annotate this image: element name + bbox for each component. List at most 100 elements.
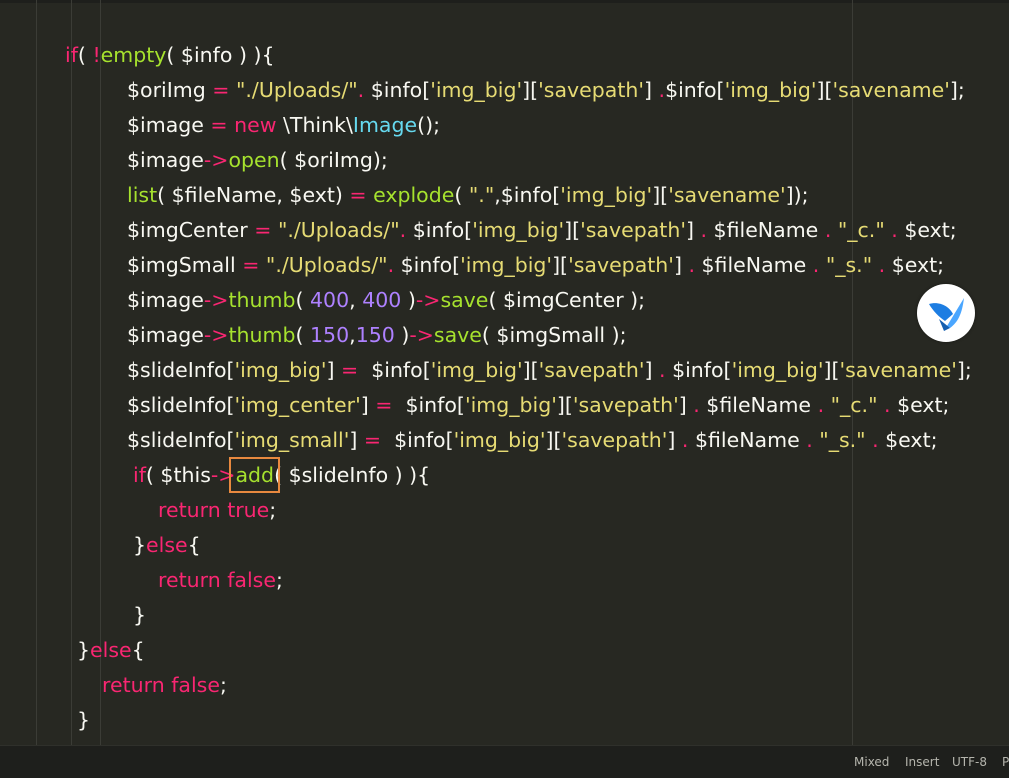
code-line[interactable]: } bbox=[133, 598, 146, 633]
status-insert-mode[interactable]: Insert bbox=[905, 755, 939, 769]
code-token: new bbox=[234, 113, 284, 137]
code-token: -> bbox=[203, 288, 229, 312]
code-line[interactable]: $slideInfo['img_center'] = $info['img_bi… bbox=[127, 388, 949, 423]
code-token: -> bbox=[415, 288, 441, 312]
code-token: ( bbox=[454, 183, 469, 207]
code-token: true bbox=[227, 498, 270, 522]
code-token: $slideInfo[ bbox=[127, 393, 235, 417]
code-token: $ext; bbox=[885, 428, 938, 452]
code-token: $fileName bbox=[701, 253, 813, 277]
code-token: "./Uploads/" bbox=[235, 78, 358, 102]
code-token: false bbox=[171, 673, 220, 697]
code-token: 'savepath' bbox=[561, 428, 668, 452]
code-token: ]); bbox=[785, 183, 809, 207]
code-token: ( bbox=[295, 323, 311, 347]
code-token: ( $imgSmall ); bbox=[481, 323, 627, 347]
code-token: return bbox=[102, 673, 172, 697]
code-token: ][ bbox=[816, 78, 833, 102]
code-token: 'img_big' bbox=[464, 393, 557, 417]
code-token: ) bbox=[394, 323, 410, 347]
code-line[interactable]: $oriImg = "./Uploads/". $info['img_big']… bbox=[127, 73, 965, 108]
code-line[interactable]: $image->thumb( 400, 400 )->save( $imgCen… bbox=[127, 283, 645, 318]
code-token: 'img_big' bbox=[472, 218, 565, 242]
code-token: $info[ bbox=[400, 253, 461, 277]
code-token: . bbox=[681, 428, 695, 452]
code-token: list bbox=[127, 183, 158, 207]
code-token: 'img_center' bbox=[234, 393, 361, 417]
code-line[interactable]: }else{ bbox=[77, 633, 145, 668]
code-token: (); bbox=[417, 113, 441, 137]
code-token: $slideInfo[ bbox=[127, 428, 235, 452]
code-token: 400 bbox=[310, 288, 350, 312]
code-token: , bbox=[349, 288, 363, 312]
status-mixed[interactable]: Mixed bbox=[854, 755, 889, 769]
code-editor[interactable]: if( !empty( $info ) ){$oriImg = "./Uploa… bbox=[0, 0, 1009, 745]
code-token: 'img_big' bbox=[731, 358, 824, 382]
code-token: ] bbox=[644, 358, 660, 382]
code-token: open bbox=[228, 148, 280, 172]
code-token: $info[ bbox=[364, 358, 431, 382]
code-token: -> bbox=[210, 463, 236, 487]
code-token: 'savepath' bbox=[568, 253, 674, 277]
code-line[interactable]: if( $this->add( $slideInfo ) ){ bbox=[133, 457, 430, 493]
status-bar: Mixed Insert UTF-8 P bbox=[0, 745, 1009, 778]
code-token: 'img_big' bbox=[724, 78, 817, 102]
code-token: . bbox=[812, 253, 826, 277]
bird-logo-icon[interactable] bbox=[917, 284, 975, 342]
code-token: = bbox=[363, 428, 388, 452]
code-token: 'img_big' bbox=[453, 428, 546, 452]
code-token: ][ bbox=[522, 78, 539, 102]
code-token: "." bbox=[468, 183, 495, 207]
code-line[interactable]: $image->open( $oriImg); bbox=[127, 143, 388, 178]
code-line[interactable]: } bbox=[77, 703, 90, 738]
tab-strip-edge bbox=[0, 0, 1009, 3]
code-token: save bbox=[440, 288, 489, 312]
status-encoding[interactable]: UTF-8 bbox=[952, 755, 987, 769]
code-line[interactable]: return false; bbox=[102, 668, 227, 703]
code-token: empty bbox=[100, 43, 167, 67]
code-token: . bbox=[693, 393, 707, 417]
code-token: else bbox=[146, 533, 188, 557]
code-line[interactable]: if( !empty( $info ) ){ bbox=[65, 38, 275, 73]
code-line[interactable]: $imgSmall = "./Uploads/". $info['img_big… bbox=[127, 248, 944, 283]
code-token: "_s." bbox=[819, 428, 873, 452]
code-token: "./Uploads/" bbox=[265, 253, 388, 277]
code-token: $imgCenter bbox=[127, 218, 255, 242]
code-line[interactable]: $slideInfo['img_big'] = $info['img_big']… bbox=[127, 353, 972, 388]
code-token: false bbox=[227, 568, 276, 592]
code-line[interactable]: }else{ bbox=[133, 528, 201, 563]
code-token: $info[ bbox=[398, 393, 465, 417]
code-token: = bbox=[340, 358, 365, 382]
code-token: -> bbox=[409, 323, 434, 347]
code-line[interactable]: $slideInfo['img_small'] = $info['img_big… bbox=[127, 423, 938, 458]
code-token: . bbox=[700, 218, 714, 242]
code-token: $image bbox=[127, 323, 204, 347]
code-token: $ext; bbox=[897, 393, 950, 417]
code-line[interactable]: $imgCenter = "./Uploads/". $info['img_bi… bbox=[127, 213, 957, 248]
code-line[interactable]: return false; bbox=[158, 563, 283, 598]
code-token: } bbox=[133, 603, 147, 627]
code-line[interactable]: $image = new \Think\Image(); bbox=[127, 108, 440, 143]
code-line[interactable]: $image->thumb( 150,150 )->save( $imgSmal… bbox=[127, 318, 627, 353]
code-token: ][ bbox=[564, 218, 581, 242]
code-token: . bbox=[688, 253, 702, 277]
code-token: 'savepath' bbox=[580, 218, 686, 242]
code-token: 'img_small' bbox=[234, 428, 350, 452]
code-token: 'img_big' bbox=[560, 183, 653, 207]
code-token: ; bbox=[219, 673, 227, 697]
code-token: = bbox=[254, 218, 278, 242]
code-line[interactable]: return true; bbox=[158, 493, 276, 528]
code-token: . bbox=[659, 358, 673, 382]
status-extra[interactable]: P bbox=[1002, 755, 1009, 769]
code-token: else bbox=[90, 638, 132, 662]
code-line[interactable]: list( $fileName, $ext) = explode( ".",$i… bbox=[127, 178, 809, 213]
code-token: $image bbox=[127, 113, 211, 137]
code-token: ( $imgCenter ); bbox=[488, 288, 646, 312]
code-token: ] bbox=[349, 428, 364, 452]
code-token: return bbox=[158, 498, 228, 522]
highlighted-add-call: add bbox=[229, 457, 280, 493]
code-token: ; bbox=[275, 568, 283, 592]
code-token: ( $this bbox=[145, 463, 211, 487]
code-token: ] bbox=[360, 393, 376, 417]
code-token: $info[ bbox=[387, 428, 454, 452]
